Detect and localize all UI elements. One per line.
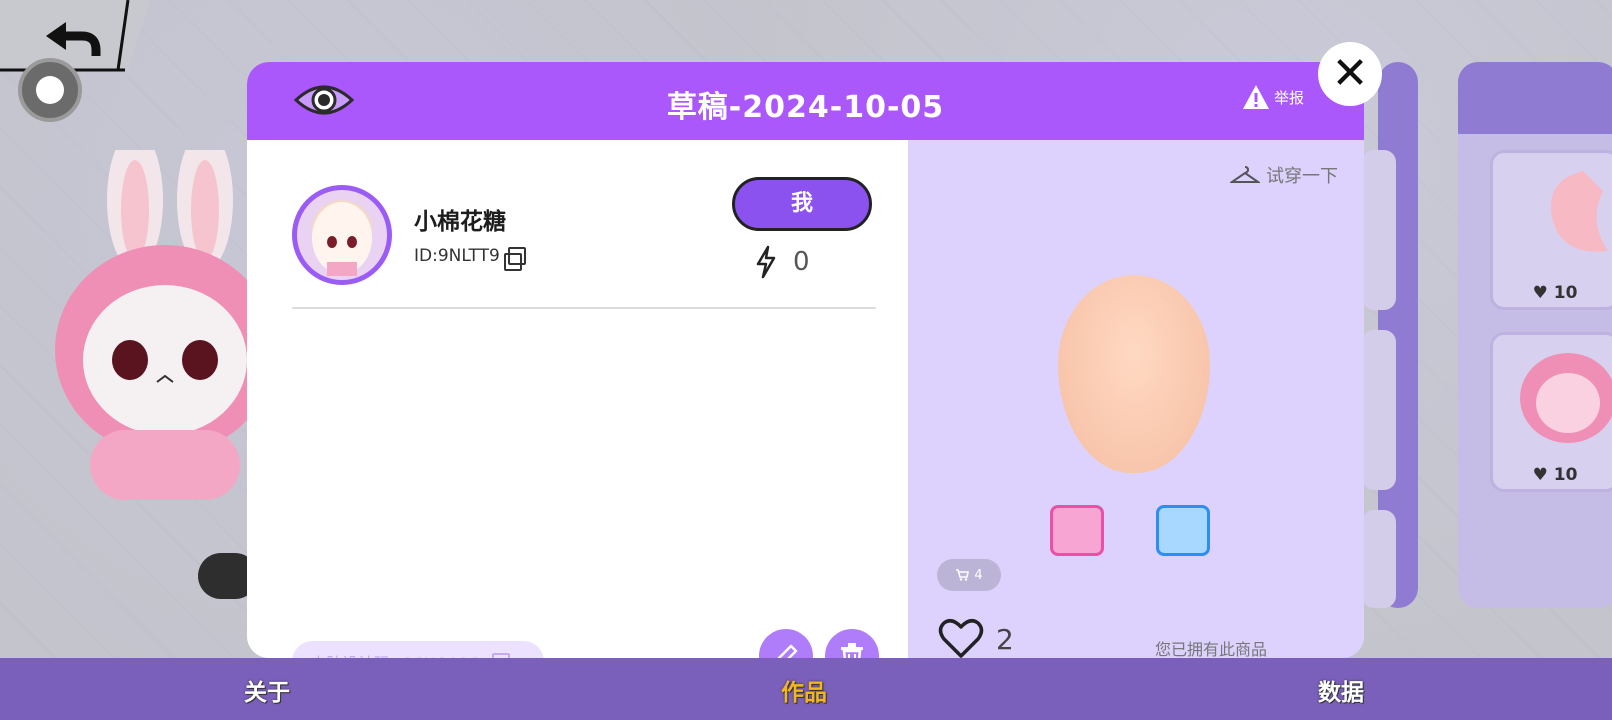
shop-panel-header <box>1458 62 1612 134</box>
hat-item-icon <box>1520 353 1612 443</box>
modal-header: 草稿-2024-10-05 举报 <box>247 62 1364 140</box>
like-count: 2 <box>996 622 1014 656</box>
cart-count-pill: 4 <box>937 559 1001 591</box>
delete-button[interactable] <box>825 629 879 658</box>
cart-icon <box>956 569 970 581</box>
side-strip <box>1362 330 1396 490</box>
report-label: 举报 <box>1273 88 1304 107</box>
trash-icon <box>841 643 863 658</box>
try-on-label: 试穿一下 <box>1266 166 1338 187</box>
lightning-icon <box>756 245 776 279</box>
pink-blush-item <box>1050 505 1104 556</box>
skin-code: 皮肤设计码: GCUQ01C <box>310 650 480 659</box>
energy-count: 0 <box>793 247 810 277</box>
blue-blush-item <box>1156 505 1210 556</box>
cart-count: 4 <box>974 567 983 583</box>
shop-item-card[interactable]: ♥ 10 <box>1490 332 1612 492</box>
owned-status: 您已拥有此商品 <box>1155 640 1268 658</box>
design-detail-modal: 草稿-2024-10-05 举报 小棉花糖 ID:9NLTT9 我 0 试穿一下… <box>247 62 1364 658</box>
tab-about[interactable]: 关于 <box>244 673 290 707</box>
preview-pane: 试穿一下 4 2 您已拥有此商品 <box>908 140 1364 658</box>
me-button[interactable]: 我 <box>732 177 872 231</box>
creator-info-pane: 小棉花糖 ID:9NLTT9 我 0 皮肤设计码: GCUQ01C <box>247 140 908 658</box>
toggle-button[interactable] <box>18 58 82 122</box>
tab-data[interactable]: 数据 <box>1318 673 1364 707</box>
avatar[interactable] <box>292 185 392 285</box>
edit-button[interactable] <box>759 629 813 658</box>
warning-icon <box>1242 85 1269 109</box>
side-strip <box>1362 510 1396 608</box>
username: 小棉花糖 <box>414 209 506 235</box>
divider <box>292 307 876 309</box>
report-button[interactable]: 举报 <box>1242 84 1304 110</box>
side-strip <box>1362 150 1396 310</box>
hanger-icon <box>1230 166 1260 183</box>
back-button[interactable] <box>0 0 150 76</box>
item-price: ♥ 10 <box>1532 465 1578 485</box>
tail-item-icon <box>1551 171 1608 252</box>
user-id: ID:9NLTT9 <box>414 246 500 266</box>
bunny-character <box>55 130 275 530</box>
user-id-row: ID:9NLTT9 <box>414 246 526 271</box>
bottom-tab-bar: 关于 作品 数据 <box>0 658 1612 720</box>
modal-title: 草稿-2024-10-05 <box>666 90 945 125</box>
like-button[interactable]: 2 <box>938 618 1014 658</box>
shop-item-card[interactable]: ♥ 10 <box>1490 150 1612 310</box>
try-on-button[interactable]: 试穿一下 <box>1230 162 1338 188</box>
close-icon[interactable]: ✕ <box>1318 42 1382 106</box>
energy-counter: 0 <box>755 245 810 279</box>
skin-code-pill[interactable]: 皮肤设计码: GCUQ01C <box>292 641 544 658</box>
heart-icon <box>938 619 984 658</box>
tab-works[interactable]: 作品 <box>781 673 827 707</box>
item-price: ♥ 10 <box>1532 283 1578 303</box>
pencil-icon <box>777 644 798 658</box>
face-preview <box>1058 275 1210 473</box>
copy-icon[interactable] <box>503 247 526 271</box>
